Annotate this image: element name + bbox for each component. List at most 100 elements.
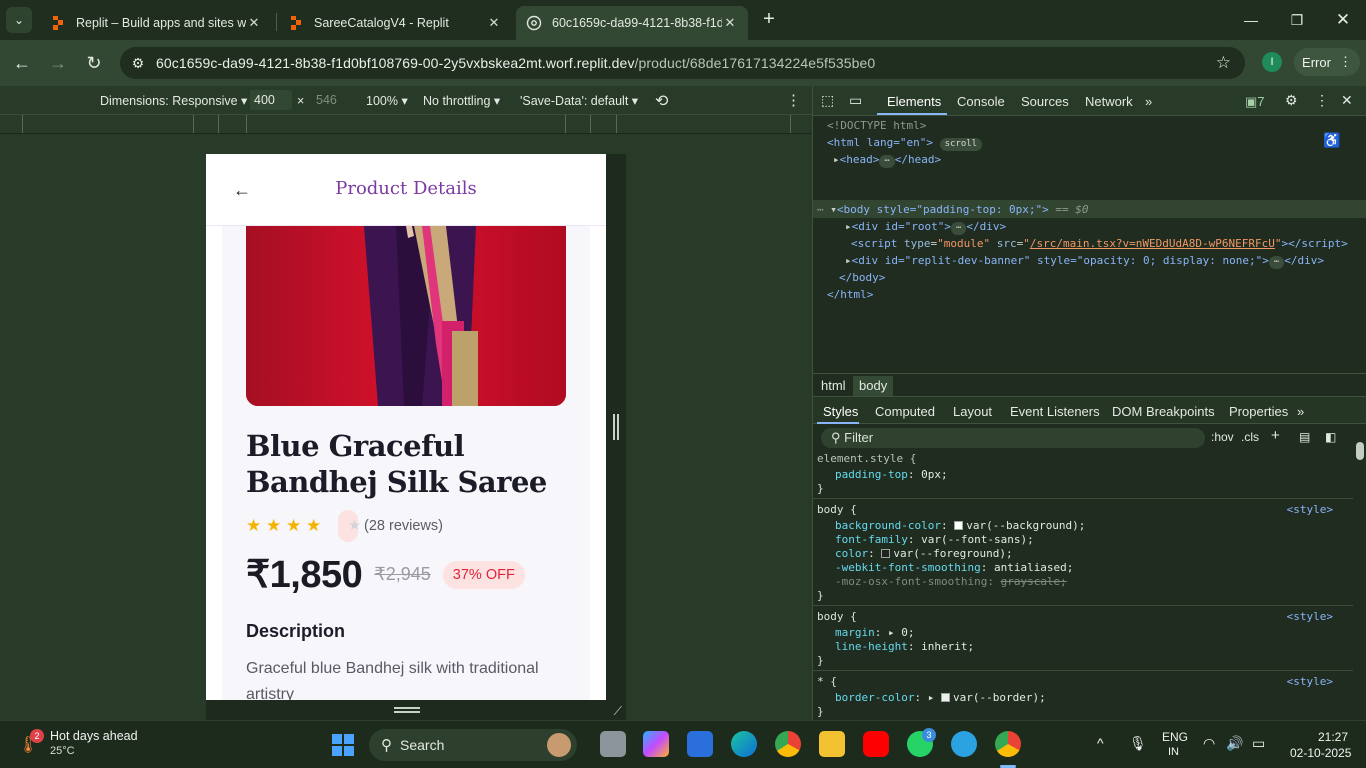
breadcrumb-body[interactable]: body <box>853 376 894 396</box>
minimize-button[interactable]: — <box>1236 8 1266 32</box>
chrome-profile-icon[interactable] <box>995 731 1021 757</box>
style-property[interactable]: color: var(--foreground); <box>835 547 1013 561</box>
rule-selector[interactable]: element.style { <box>817 452 916 466</box>
settings-gear-icon[interactable]: ⚙ <box>1285 92 1298 109</box>
rule-selector[interactable]: body { <box>817 503 857 517</box>
file-explorer-icon[interactable] <box>819 731 845 757</box>
tab-saree-catalog[interactable]: SareeCatalogV4 - Replit ✕ <box>278 6 512 40</box>
windows-start-icon[interactable] <box>331 733 355 757</box>
tab-styles[interactable]: Styles <box>823 404 858 419</box>
maximize-button[interactable]: ❐ <box>1282 8 1312 32</box>
close-icon[interactable]: ✕ <box>246 15 262 31</box>
paint-icon[interactable]: ▤ <box>1299 430 1310 444</box>
resize-handle-icon[interactable] <box>613 414 619 440</box>
tab-replit-home[interactable]: Replit – Build apps and sites with ✕ <box>40 6 272 40</box>
tab-search-button[interactable]: ⌄ <box>6 7 32 33</box>
tab-network[interactable]: Network <box>1085 94 1133 109</box>
youtube-icon[interactable] <box>863 731 889 757</box>
viewport-resize-bottom[interactable]: ⟋ <box>206 700 626 720</box>
store-icon[interactable] <box>687 731 713 757</box>
rule-selector[interactable]: body { <box>817 610 857 624</box>
chrome-icon[interactable] <box>775 731 801 757</box>
save-data-select[interactable]: 'Save-Data': default ▾ <box>520 93 638 108</box>
edge-icon[interactable] <box>731 731 757 757</box>
dom-head-node[interactable]: ▸<head> ⋯ </head> <box>833 151 941 168</box>
dom-banner-div[interactable]: ▸<div id="replit-dev-banner" style="opac… <box>845 252 1324 269</box>
forward-button[interactable]: → <box>45 50 71 76</box>
clock-time[interactable]: 21:27 <box>1318 730 1348 744</box>
scroll-badge[interactable]: scroll <box>939 138 983 151</box>
close-icon[interactable]: ✕ <box>486 15 502 31</box>
dom-script-node[interactable]: <script type="module" src="/src/main.tsx… <box>851 235 1348 252</box>
tab-dev-preview[interactable]: 60c1659c-da99-4121-8b38-f1d0 ✕ <box>516 6 748 40</box>
dom-body-node[interactable]: ⋯ ▾<body style="padding-top: 0px;"> == $… <box>817 201 1089 218</box>
new-rule-icon[interactable]: + <box>1271 427 1280 444</box>
dom-doctype[interactable]: <!DOCTYPE html> <box>827 117 926 134</box>
height-input[interactable]: 546 <box>312 90 354 110</box>
expand-arrow-icon[interactable]: ▸ <box>845 254 852 267</box>
style-property[interactable]: -webkit-font-smoothing: antialiased; <box>835 561 1073 575</box>
profile-avatar[interactable]: I <box>1262 52 1282 72</box>
tab-properties[interactable]: Properties <box>1229 404 1288 419</box>
tab-elements[interactable]: Elements <box>887 94 941 109</box>
address-bar[interactable]: ⚙ 60c1659c-da99-4121-8b38-f1d0bf108769-0… <box>120 47 1245 79</box>
close-icon[interactable]: ✕ <box>722 15 738 31</box>
microphone-icon[interactable]: 🎙 <box>1129 735 1147 752</box>
device-toggle-icon[interactable]: ▭ <box>849 92 862 109</box>
tab-dom-breakpoints[interactable]: DOM Breakpoints <box>1112 404 1215 419</box>
accessibility-icon[interactable]: ♿ <box>1323 132 1340 149</box>
dom-root-div[interactable]: ▸<div id="root"> ⋯ </div> <box>845 218 1006 235</box>
inspect-element-icon[interactable]: ⬚ <box>821 92 834 109</box>
styles-filter-input[interactable]: ⚲ Filter <box>821 428 1205 448</box>
close-devtools-icon[interactable]: ✕ <box>1341 92 1353 109</box>
rule-selector[interactable]: * { <box>817 675 837 689</box>
resize-handle-icon[interactable] <box>394 707 420 713</box>
bookmark-star-icon[interactable]: ☆ <box>1216 53 1231 73</box>
breadcrumb-html[interactable]: html <box>821 378 846 393</box>
style-property[interactable]: border-color: ▸ var(--border); <box>835 691 1046 705</box>
error-button[interactable]: Error ⋮ <box>1294 48 1360 76</box>
script-src-link[interactable]: /src/main.tsx?v=nWEDdUdA8D-wP6NEFRFcU <box>1030 237 1275 250</box>
tab-sources[interactable]: Sources <box>1021 94 1069 109</box>
style-property[interactable]: background-color: var(--background); <box>835 519 1085 533</box>
style-property-disabled[interactable]: -moz-osx-font-smoothing: grayscale; <box>835 575 1067 589</box>
rule-source-link[interactable]: <style> <box>1287 610 1333 624</box>
site-info-icon[interactable]: ⚙ <box>120 55 156 72</box>
style-property[interactable]: margin: ▸ 0; <box>835 626 915 640</box>
telegram-icon[interactable] <box>951 731 977 757</box>
more-tabs-icon[interactable]: » <box>1145 94 1152 109</box>
new-tab-button[interactable]: + <box>758 8 780 30</box>
sidebar-toggle-icon[interactable]: ◧ <box>1325 430 1336 444</box>
styles-scrollbar[interactable] <box>1353 428 1366 720</box>
wifi-icon[interactable]: ◠ <box>1203 735 1215 752</box>
width-input[interactable]: 400 <box>250 90 292 110</box>
task-view-icon[interactable] <box>600 731 626 757</box>
volume-icon[interactable]: 🔊 <box>1226 735 1243 752</box>
expand-arrow-icon[interactable]: ▸ <box>845 220 852 233</box>
expand-arrow-icon[interactable]: ▸ <box>833 153 840 166</box>
rule-source-link[interactable]: <style> <box>1287 503 1333 517</box>
taskbar-search[interactable]: ⚲ Search <box>369 729 577 761</box>
style-property[interactable]: line-height: inherit; <box>835 640 974 654</box>
tab-computed[interactable]: Computed <box>875 404 935 419</box>
more-options-icon[interactable]: ⋮ <box>786 91 801 109</box>
battery-icon[interactable]: ▭ <box>1252 735 1265 752</box>
rule-source-link[interactable]: <style> <box>1287 675 1333 689</box>
chevron-up-icon[interactable]: ^ <box>1097 735 1104 751</box>
tab-layout[interactable]: Layout <box>953 404 992 419</box>
hov-toggle[interactable]: :hov <box>1211 430 1234 444</box>
dimensions-select[interactable]: Dimensions: Responsive ▾ <box>100 93 247 108</box>
rotate-icon[interactable]: ⟲ <box>655 91 668 111</box>
style-property[interactable]: padding-top: 0px; <box>835 468 948 482</box>
style-property[interactable]: font-family: var(--font-sans); <box>835 533 1034 547</box>
close-window-button[interactable]: ✕ <box>1328 8 1358 32</box>
cls-toggle[interactable]: .cls <box>1241 430 1259 444</box>
more-tabs-icon[interactable]: » <box>1297 404 1304 419</box>
more-vert-icon[interactable]: ⋮ <box>1315 92 1329 109</box>
tab-event-listeners[interactable]: Event Listeners <box>1010 404 1100 419</box>
issues-counter[interactable]: ▣7 <box>1245 94 1265 110</box>
back-button[interactable]: ← <box>9 50 35 76</box>
zoom-select[interactable]: 100% ▾ <box>366 93 408 108</box>
corner-resize-icon[interactable]: ⟋ <box>614 704 622 719</box>
copilot-icon[interactable] <box>643 731 669 757</box>
